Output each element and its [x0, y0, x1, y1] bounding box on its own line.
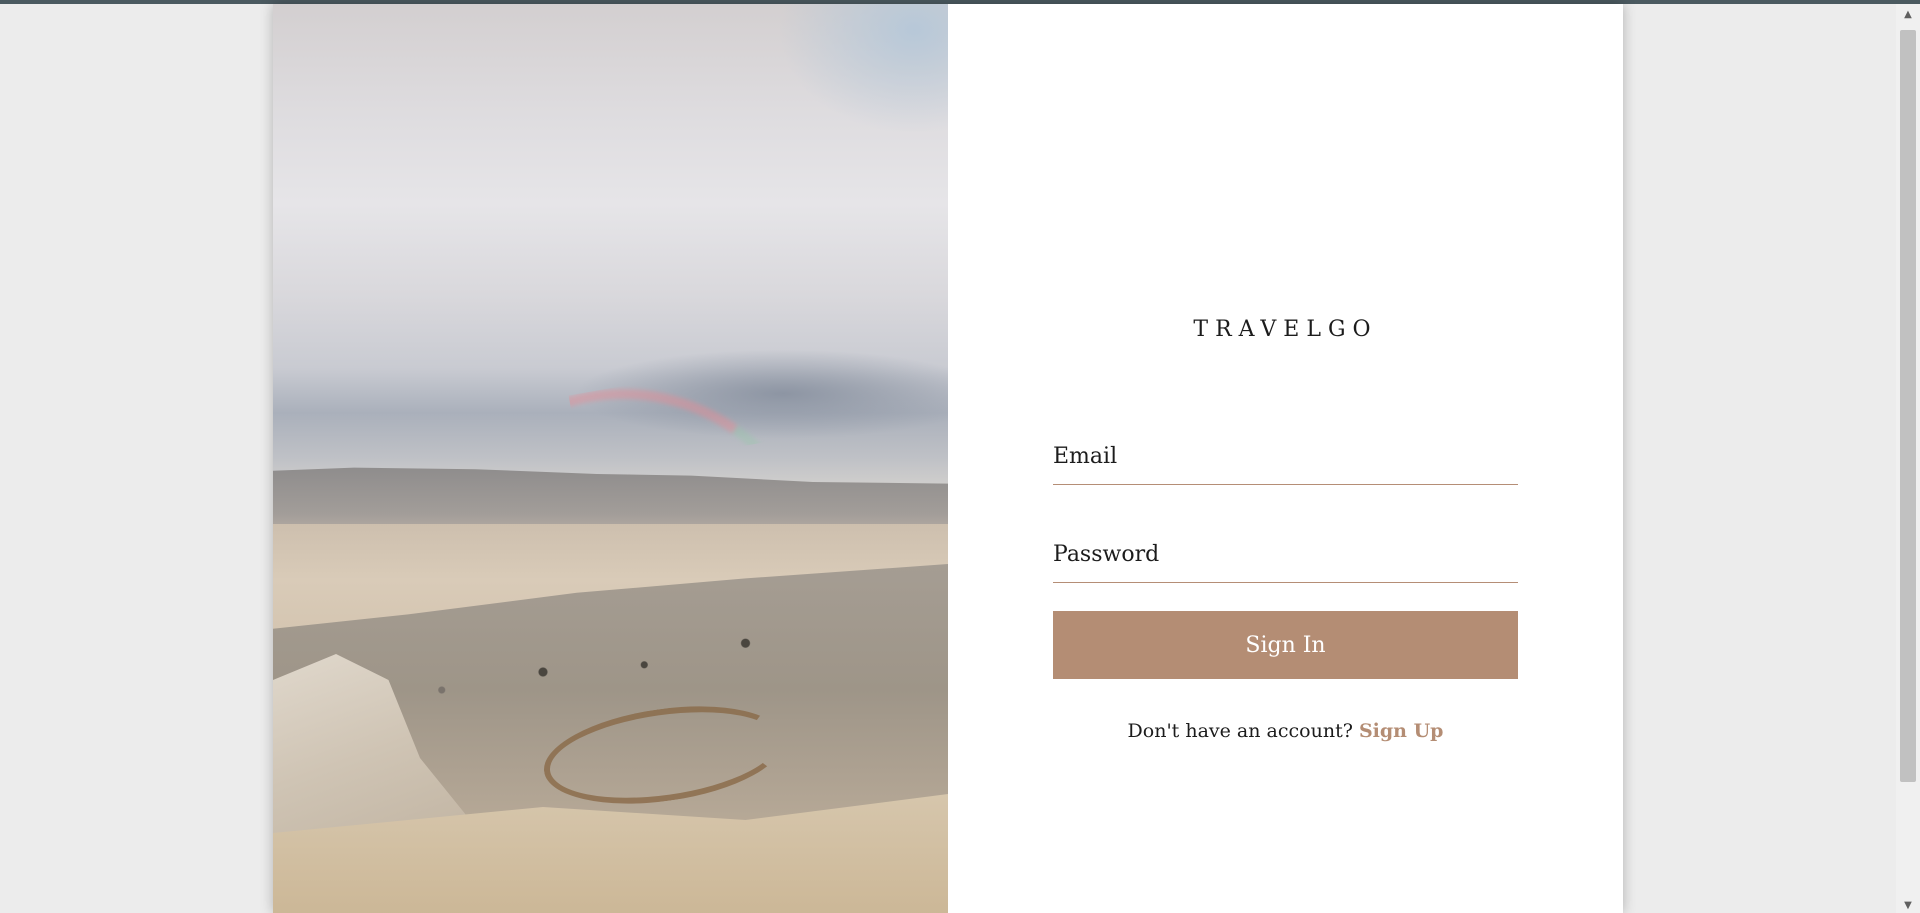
signup-prompt-line: Don't have an account? Sign Up — [948, 720, 1623, 742]
sign-in-button[interactable]: Sign In — [1053, 611, 1518, 679]
password-field[interactable] — [1053, 526, 1518, 583]
scroll-thumb[interactable] — [1900, 30, 1916, 782]
sky-area — [778, 4, 948, 134]
signup-prompt-text: Don't have an account? — [1127, 720, 1353, 742]
scroll-down-icon[interactable]: ▼ — [1896, 899, 1920, 913]
email-field[interactable] — [1053, 428, 1518, 485]
scroll-up-icon[interactable]: ▲ — [1896, 8, 1920, 22]
login-card: TRAVELGO Sign In Don't have an account? … — [273, 4, 1623, 913]
brand-logo: TRAVELGO — [1193, 317, 1378, 342]
vertical-scrollbar[interactable]: ▲ ▼ — [1896, 4, 1920, 913]
sign-up-link[interactable]: Sign Up — [1359, 720, 1444, 742]
login-form: TRAVELGO Sign In Don't have an account? … — [948, 4, 1623, 913]
landscape-photo — [273, 4, 948, 913]
